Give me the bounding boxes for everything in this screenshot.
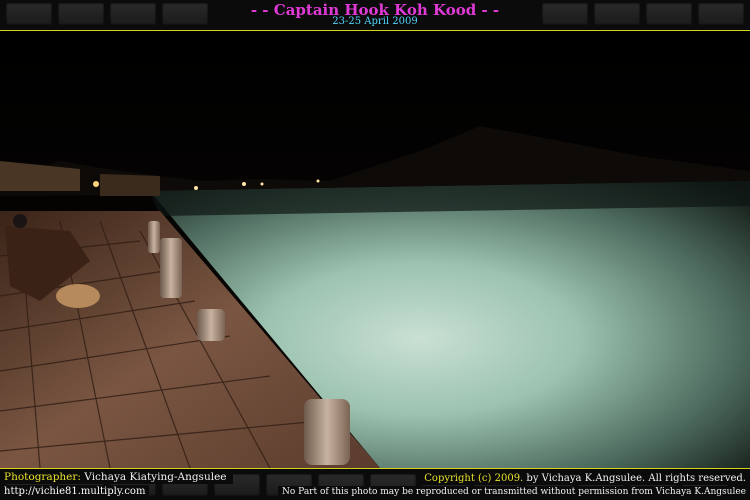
night-dock-photo <box>0 31 750 468</box>
copyright-suffix: by Vichaya K.Angsulee. All rights reserv… <box>526 473 746 484</box>
copyright-prefix: Copyright (c) 2009. <box>424 473 524 484</box>
copyright-line: Copyright (c) 2009. by Vichaya K.Angsule… <box>420 472 746 485</box>
date-subtitle: 23-25 April 2009 <box>332 16 418 27</box>
photo-frame: - - Captain Hook Koh Kood - - 23-25 Apri… <box>0 0 750 500</box>
photographer-url: http://vichie81.multiply.com <box>4 485 150 498</box>
photographer-label: Photographer: <box>4 471 81 483</box>
photo-scene <box>0 31 750 468</box>
photographer-credit: Photographer: Vichaya Kiatying-Angsulee <box>4 470 233 484</box>
photographer-name: Vichaya Kiatying-Angsulee <box>84 471 227 483</box>
usage-notice: No Part of this photo may be reproduced … <box>278 486 746 498</box>
